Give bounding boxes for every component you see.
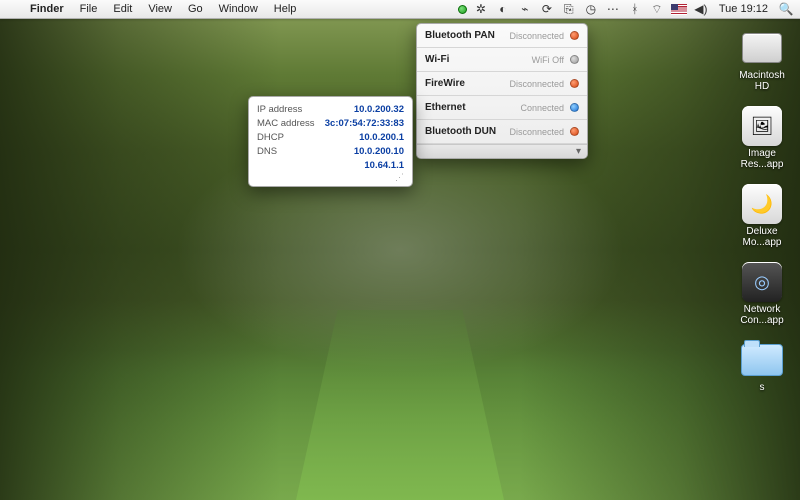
chevron-down-icon[interactable]: ▾ [576,146,581,157]
menu-edit[interactable]: Edit [105,0,140,19]
network-interfaces-panel: Bluetooth PAN Disconnected Wi-Fi WiFi Of… [416,23,588,159]
network-status: Disconnected [509,79,564,89]
panel-footer: ▾ [417,144,587,158]
desktop-icon-label: Deluxe Mo...app [733,226,791,248]
spotlight-icon[interactable]: 🔍 [778,1,794,17]
menuextra-icon[interactable]: ⎘ [561,1,577,17]
menubar-clock[interactable]: Tue 19:12 [715,3,772,15]
app-icon: 🖼 [740,106,784,146]
network-status: WiFi Off [532,55,564,65]
input-source-flag-icon[interactable] [671,4,687,15]
app-icon: 🌙 [740,184,784,224]
desktop-icon-app[interactable]: 🌙 Deluxe Mo...app [732,184,792,248]
network-row-wifi[interactable]: Wi-Fi WiFi Off [417,48,587,72]
detail-row: MAC address 3c:07:54:72:33:83 [257,116,404,130]
network-row-bluetooth-pan[interactable]: Bluetooth PAN Disconnected [417,24,587,48]
network-status: Connected [520,103,564,113]
desktop-icon-label: Image Res...app [733,148,791,170]
desktop-icon-app[interactable]: 🖼 Image Res...app [732,106,792,170]
desktop-icon-app[interactable]: ◎ Network Con...app [732,262,792,326]
status-dot-icon[interactable] [458,5,467,14]
network-row-bluetooth-dun[interactable]: Bluetooth DUN Disconnected [417,120,587,144]
desktop-icon-label: s [760,382,765,393]
desktop: Finder File Edit View Go Window Help ✲ ◐… [0,0,800,500]
network-name: Bluetooth DUN [425,126,496,137]
desktop-icon-hd[interactable]: Macintosh HD [732,28,792,92]
menubar-left: Finder File Edit View Go Window Help [6,0,304,19]
app-name[interactable]: Finder [22,0,72,19]
detail-row: DNS 10.0.200.10 [257,144,404,158]
menu-window[interactable]: Window [211,0,266,19]
desktop-icon-folder[interactable]: s [732,340,792,393]
menubar: Finder File Edit View Go Window Help ✲ ◐… [0,0,800,19]
network-row-ethernet[interactable]: Ethernet Connected [417,96,587,120]
detail-value: 10.0.200.10 [354,146,404,157]
menu-go[interactable]: Go [180,0,211,19]
timemachine-icon[interactable]: ◷ [583,1,599,17]
detail-key: MAC address [257,118,315,129]
menuextra-icon[interactable]: ⋯ [605,1,621,17]
detail-row: IP address 10.0.200.32 [257,102,404,116]
network-name: Bluetooth PAN [425,30,495,41]
menuextra-icon[interactable]: ◐ [495,1,511,17]
detail-value: 3c:07:54:72:33:83 [325,118,404,129]
folder-icon [740,340,784,380]
detail-value: 10.0.200.32 [354,104,404,115]
menu-file[interactable]: File [72,0,106,19]
desktop-icon-label: Macintosh HD [733,70,791,92]
network-row-firewire[interactable]: FireWire Disconnected [417,72,587,96]
detail-key: IP address [257,104,302,115]
menuextra-icon[interactable]: ⌁ [517,1,533,17]
network-status: Disconnected [509,31,564,41]
network-name: FireWire [425,78,465,89]
menu-help[interactable]: Help [266,0,305,19]
detail-value: 10.0.200.1 [359,132,404,143]
network-name: Wi-Fi [425,54,449,65]
desktop-icons: Macintosh HD 🖼 Image Res...app 🌙 Deluxe … [732,28,792,393]
detail-key: DHCP [257,132,284,143]
menuextra-icon[interactable]: ✲ [473,1,489,17]
wifi-icon[interactable]: ⌔ [649,1,665,17]
network-detail-panel: IP address 10.0.200.32 MAC address 3c:07… [248,96,413,187]
bluetooth-icon[interactable]: ᚼ [627,1,643,17]
hd-icon [740,28,784,68]
volume-icon[interactable]: ◀) [693,1,709,17]
network-name: Ethernet [425,102,466,113]
status-dot-icon [570,31,579,40]
status-dot-icon [570,79,579,88]
status-dot-icon [570,55,579,64]
menuextra-icon[interactable]: ⟳ [539,1,555,17]
menubar-right: ✲ ◐ ⌁ ⟳ ⎘ ◷ ⋯ ᚼ ⌔ ◀) Tue 19:12 🔍 [458,1,794,17]
panel-resize-grip-icon[interactable]: ⋰ [257,173,404,181]
detail-value: 10.64.1.1 [364,160,404,171]
detail-row: 10.64.1.1 [257,158,404,172]
detail-key: DNS [257,146,277,157]
menu-view[interactable]: View [140,0,180,19]
network-status: Disconnected [509,127,564,137]
detail-row: DHCP 10.0.200.1 [257,130,404,144]
status-dot-icon [570,127,579,136]
app-icon: ◎ [740,262,784,302]
status-dot-icon [570,103,579,112]
desktop-icon-label: Network Con...app [733,304,791,326]
